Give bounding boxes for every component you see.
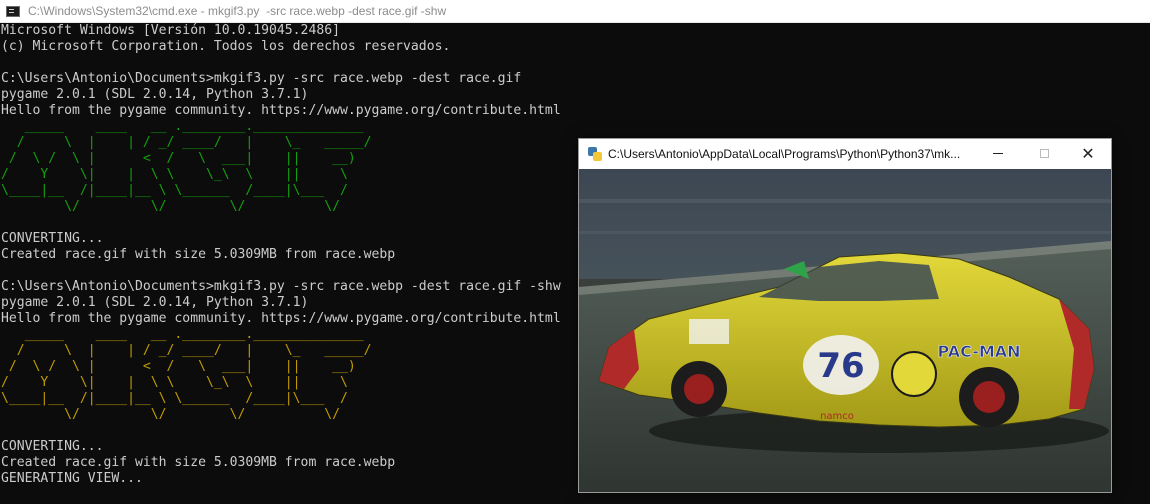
pygame-window-title: C:\Users\Antonio\AppData\Local\Programs\… [608,146,961,161]
console-line: C:\Users\Antonio\Documents>mkgif3.py -sr… [1,71,522,86]
maximize-button[interactable] [1021,139,1067,168]
close-button[interactable]: ✕ [1065,139,1111,168]
pygame-window[interactable]: C:\Users\Antonio\AppData\Local\Programs\… [578,138,1112,493]
cmd-titlebar[interactable]: C:\Windows\System32\cmd.exe - mkgif3.py … [0,0,1150,23]
minimize-button[interactable] [975,139,1021,168]
cmd-window-title: C:\Windows\System32\cmd.exe - mkgif3.py … [28,4,447,18]
car-brand-label: namco [820,411,854,422]
console-line: Microsoft Windows [Versión 10.0.19045.24… [1,23,340,38]
maximize-icon [1039,149,1049,158]
minimize-icon [993,153,1003,154]
gif-preview-canvas: 76 PAC-MAN namco [579,169,1111,492]
console-line: (c) Microsoft Corporation. Todos los der… [1,39,451,54]
console-line: Hello from the pygame community. https:/… [1,103,561,118]
pygame-titlebar[interactable]: C:\Users\Antonio\AppData\Local\Programs\… [579,139,1111,168]
python-icon [588,146,602,161]
car-number: 76 [817,346,864,386]
race-car-scene: 76 PAC-MAN namco [579,169,1111,492]
car-sponsor-label: PAC-MAN [937,342,1020,361]
close-icon: ✕ [1081,143,1095,163]
console-line: pygame 2.0.1 (SDL 2.0.14, Python 3.7.1) [1,87,309,102]
ascii-banner-line: _____ ____ __ .________.______________ [1,119,364,134]
cmd-icon [6,5,20,17]
